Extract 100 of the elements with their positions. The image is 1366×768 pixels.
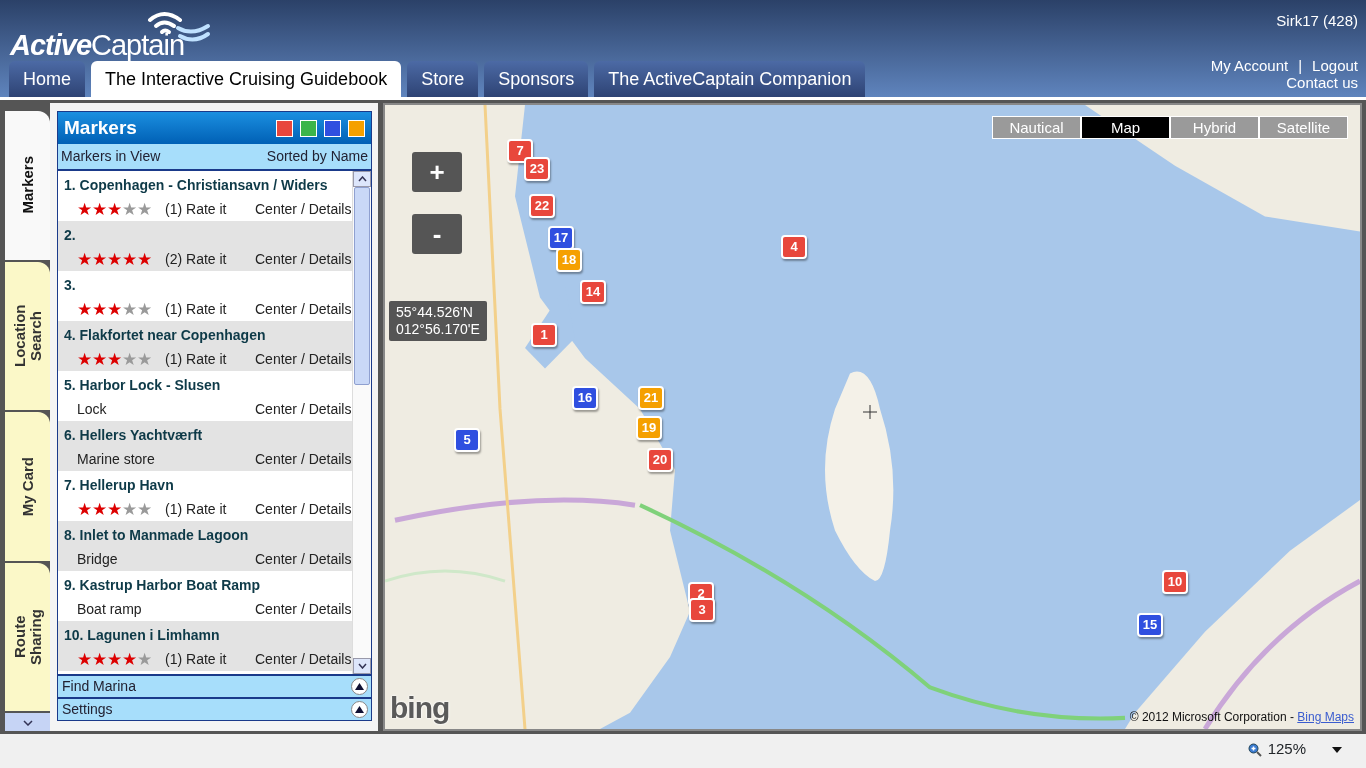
- map-marker[interactable]: 17: [548, 226, 574, 250]
- center-details-link[interactable]: Center / Details: [255, 649, 352, 670]
- marker-title[interactable]: 2.: [64, 225, 352, 246]
- nav-tab[interactable]: Store: [407, 61, 479, 97]
- map-type-button[interactable]: Map: [1082, 117, 1169, 138]
- center-details-link[interactable]: Center / Details: [255, 349, 352, 370]
- nav-tab[interactable]: The Interactive Cruising Guidebook: [91, 61, 402, 97]
- map-marker[interactable]: 1: [531, 323, 557, 347]
- panel-title: Markers: [64, 115, 138, 140]
- sort-label[interactable]: Sorted by Name: [266, 146, 368, 167]
- nav-tab[interactable]: The ActiveCaptain Companion: [594, 61, 866, 97]
- star-icon: ★: [122, 351, 137, 368]
- rate-link[interactable]: Rate it: [186, 651, 227, 667]
- rate-link[interactable]: Rate it: [186, 201, 227, 217]
- map-provider-link[interactable]: Bing Maps: [1297, 710, 1354, 724]
- zoom-level[interactable]: 125%: [1267, 738, 1306, 761]
- copyright-text: © 2012 Microsoft Corporation - Bing Maps: [1129, 709, 1354, 726]
- filter-swatch[interactable]: [276, 119, 293, 137]
- star-icon: ★: [122, 251, 137, 268]
- coordinates-label: 55°44.526'N 012°56.170'E: [389, 301, 487, 341]
- map-marker[interactable]: 3: [689, 598, 715, 622]
- section-bar[interactable]: Find Marina: [58, 674, 371, 697]
- logo-text[interactable]: ActiveCaptain: [10, 31, 184, 60]
- map-marker[interactable]: 7: [507, 139, 533, 163]
- nav-tab[interactable]: Sponsors: [484, 61, 589, 97]
- rating-count: (1): [165, 501, 183, 517]
- crosshair-icon: [863, 405, 877, 419]
- center-details-link[interactable]: Center / Details: [255, 549, 352, 570]
- scroll-down-button[interactable]: [353, 658, 371, 674]
- contact-link[interactable]: Contact us: [1286, 74, 1358, 91]
- side-tab[interactable]: Markers: [5, 111, 50, 260]
- center-details-link[interactable]: Center / Details: [255, 249, 352, 270]
- side-tab[interactable]: Route Sharing: [5, 562, 50, 711]
- star-icon: ★: [77, 201, 92, 218]
- map-marker[interactable]: 4: [781, 235, 807, 259]
- marker-title[interactable]: 1. Copenhagen - Christiansavn / Widers: [64, 175, 352, 196]
- star-icon: ★: [137, 201, 152, 218]
- rating-count: (1): [165, 651, 183, 667]
- section-label: Settings: [62, 700, 113, 719]
- rate-link[interactable]: Rate it: [186, 301, 227, 317]
- center-details-link[interactable]: Center / Details: [255, 199, 352, 220]
- marker-title[interactable]: 3.: [64, 275, 352, 296]
- center-details-link[interactable]: Center / Details: [255, 399, 352, 420]
- map-marker[interactable]: 20: [647, 448, 673, 472]
- map-marker[interactable]: 15: [1137, 613, 1163, 637]
- star-icon: ★: [92, 651, 107, 668]
- logout-link[interactable]: Logout: [1312, 57, 1358, 74]
- star-icon: ★: [107, 651, 122, 668]
- star-icon: ★: [107, 501, 122, 518]
- marker-title[interactable]: 5. Harbor Lock - Slusen: [64, 375, 352, 396]
- map-marker[interactable]: 14: [580, 280, 606, 304]
- star-icon: ★: [92, 501, 107, 518]
- rate-link[interactable]: Rate it: [186, 501, 227, 517]
- triangle-up-icon: [355, 683, 364, 690]
- star-icon: ★: [107, 351, 122, 368]
- marker-title[interactable]: 7. Hellerup Havn: [64, 475, 352, 496]
- scroll-up-button[interactable]: [353, 171, 371, 187]
- account-link[interactable]: My Account: [1210, 57, 1289, 74]
- map-marker[interactable]: 5: [454, 428, 480, 452]
- star-icon: ★: [137, 251, 152, 268]
- nav-tab[interactable]: Home: [9, 61, 85, 97]
- marker-title[interactable]: 9. Kastrup Harbor Boat Ramp: [64, 575, 352, 596]
- zoom-in-button[interactable]: +: [412, 152, 462, 192]
- filter-swatch[interactable]: [348, 119, 365, 137]
- marker-title[interactable]: 10. Lagunen i Limhamn: [64, 625, 352, 646]
- filter-swatch[interactable]: [300, 119, 317, 137]
- star-icon: ★: [77, 501, 92, 518]
- center-details-link[interactable]: Center / Details: [255, 499, 352, 520]
- subheader-label: Markers in View: [61, 147, 161, 166]
- expand-icon[interactable]: [351, 678, 368, 695]
- section-bar[interactable]: Settings: [58, 697, 371, 720]
- rating-count: (2): [165, 251, 183, 267]
- scrollbar-thumb[interactable]: [354, 187, 370, 385]
- star-icon: ★: [92, 251, 107, 268]
- expand-icon[interactable]: [351, 701, 368, 718]
- zoom-icon[interactable]: [1247, 742, 1262, 757]
- marker-title[interactable]: 8. Inlet to Manmade Lagoon: [64, 525, 352, 546]
- marker-category: Marine store: [77, 450, 156, 469]
- map-marker[interactable]: 10: [1162, 570, 1188, 594]
- map-marker[interactable]: 22: [529, 194, 555, 218]
- side-tab[interactable]: Location Search: [5, 261, 50, 410]
- star-icon: ★: [77, 651, 92, 668]
- rate-link[interactable]: Rate it: [186, 251, 227, 267]
- chevron-down-icon: [357, 663, 367, 670]
- rate-link[interactable]: Rate it: [186, 351, 227, 367]
- filter-swatch[interactable]: [324, 119, 341, 137]
- center-details-link[interactable]: Center / Details: [255, 299, 352, 320]
- map-marker[interactable]: 16: [572, 386, 598, 410]
- center-details-link[interactable]: Center / Details: [255, 599, 352, 620]
- center-details-link[interactable]: Center / Details: [255, 449, 352, 470]
- zoom-out-button[interactable]: -: [412, 214, 462, 254]
- side-tab[interactable]: My Card: [5, 412, 50, 561]
- star-icon: ★: [77, 351, 92, 368]
- marker-title[interactable]: 4. Flakfortet near Copenhagen: [64, 325, 352, 346]
- map-marker[interactable]: 23: [524, 157, 550, 181]
- star-icon: ★: [77, 301, 92, 318]
- caret-icon[interactable]: [1332, 746, 1342, 753]
- star-icon: ★: [122, 201, 137, 218]
- rating-count: (1): [165, 351, 183, 367]
- marker-title[interactable]: 6. Hellers Yachtværft: [64, 425, 352, 446]
